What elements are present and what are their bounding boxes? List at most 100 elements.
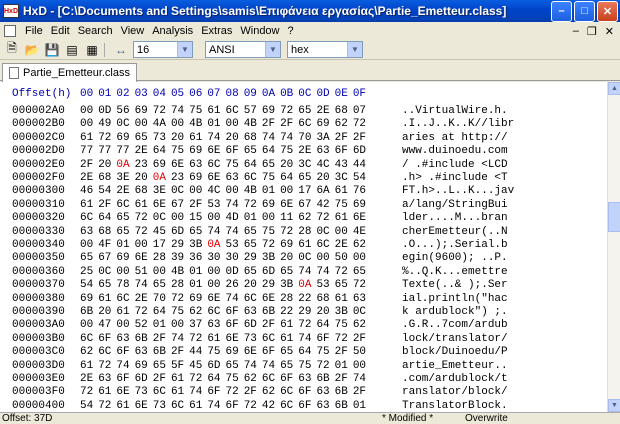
ascii-row[interactable]: .h> .#include <T xyxy=(402,172,508,186)
hex-byte[interactable]: 6C xyxy=(80,333,98,347)
hex-byte[interactable]: 61 xyxy=(280,333,298,347)
ascii-row[interactable]: .O...);.Serial.b xyxy=(402,239,508,253)
hex-byte[interactable]: 47 xyxy=(98,319,116,333)
hex-byte[interactable]: 54 xyxy=(353,172,371,186)
hex-byte[interactable]: 75 xyxy=(335,319,353,333)
ascii-row[interactable]: www.duinoedu.com xyxy=(402,145,508,159)
hex-byte[interactable]: 72 xyxy=(226,386,244,400)
hex-byte[interactable]: 3B xyxy=(280,279,298,293)
hex-byte[interactable]: 63 xyxy=(80,226,98,240)
hex-byte[interactable]: 72 xyxy=(244,199,262,213)
hex-byte[interactable]: 00 xyxy=(207,212,225,226)
hex-byte[interactable]: 0C xyxy=(298,252,316,266)
hex-byte[interactable]: 72 xyxy=(171,293,189,307)
save-icon[interactable]: 💾 xyxy=(44,42,60,58)
hex-byte[interactable]: 61 xyxy=(335,293,353,307)
hex-byte[interactable]: 75 xyxy=(171,145,189,159)
hex-byte[interactable]: 6F xyxy=(116,346,134,360)
hex-byte[interactable]: 6E xyxy=(153,199,171,213)
hex-byte[interactable]: 07 xyxy=(353,105,371,119)
hex-byte[interactable]: 64 xyxy=(153,145,171,159)
hex-byte[interactable]: 74 xyxy=(298,266,316,280)
hex-byte[interactable]: 4B xyxy=(189,118,207,132)
hex-byte[interactable]: 2F xyxy=(98,199,116,213)
hex-byte[interactable]: 64 xyxy=(153,306,171,320)
hex-byte[interactable]: 01 xyxy=(353,400,371,412)
hex-byte[interactable]: 6B xyxy=(153,346,171,360)
hex-byte[interactable]: 6D xyxy=(207,360,225,374)
hex-byte[interactable]: 73 xyxy=(244,333,262,347)
hex-byte[interactable]: 6F xyxy=(298,400,316,412)
hex-byte[interactable]: 01 xyxy=(244,212,262,226)
hex-byte[interactable]: 2F xyxy=(80,159,98,173)
hex-byte[interactable]: 74 xyxy=(280,132,298,146)
hex-byte[interactable]: 00 xyxy=(135,118,153,132)
hex-byte[interactable]: 64 xyxy=(244,159,262,173)
hex-byte[interactable]: 0C xyxy=(98,266,116,280)
hex-byte[interactable]: 2F xyxy=(353,386,371,400)
hex-row[interactable]: 46 54 2E 68 3E 0C 00 4C 00 4B 01 00 17 6A 61 76 xyxy=(80,185,371,199)
hex-byte[interactable]: 6E xyxy=(135,400,153,412)
hex-byte[interactable]: 3B xyxy=(189,239,207,253)
hex-row[interactable]: 61 2F 6C 61 6E 67 2F 53 74 72 69 6E 67 42 75 69 xyxy=(80,199,371,213)
hex-byte[interactable]: 00 xyxy=(262,212,280,226)
hex-byte[interactable]: 64 xyxy=(207,373,225,387)
hex-byte[interactable]: 72 xyxy=(335,333,353,347)
hex-byte[interactable]: 20 xyxy=(280,159,298,173)
hex-byte[interactable]: 6B xyxy=(80,306,98,320)
hex-byte[interactable]: 77 xyxy=(116,145,134,159)
hex-byte[interactable]: 72 xyxy=(135,212,153,226)
hex-byte[interactable]: 0C xyxy=(353,306,371,320)
hex-byte[interactable]: 69 xyxy=(189,145,207,159)
hex-byte[interactable]: 74 xyxy=(171,333,189,347)
hex-byte[interactable]: 2E xyxy=(80,373,98,387)
hex-byte[interactable]: 28 xyxy=(298,226,316,240)
hex-byte[interactable]: 62 xyxy=(262,386,280,400)
hex-byte[interactable]: 6C xyxy=(226,105,244,119)
hex-byte[interactable]: 01 xyxy=(262,185,280,199)
hex-byte[interactable]: 65 xyxy=(280,360,298,374)
hex-byte[interactable]: 62 xyxy=(244,373,262,387)
hex-byte[interactable]: 52 xyxy=(135,319,153,333)
hex-byte[interactable]: 72 xyxy=(316,212,334,226)
hex-byte[interactable]: 0A xyxy=(298,279,316,293)
hex-byte[interactable]: 4B xyxy=(244,185,262,199)
hex-byte[interactable]: 51 xyxy=(135,266,153,280)
hex-byte[interactable]: 65 xyxy=(280,346,298,360)
hex-byte[interactable]: 28 xyxy=(280,293,298,307)
hex-byte[interactable]: 69 xyxy=(226,346,244,360)
hex-byte[interactable]: 6E xyxy=(262,293,280,307)
hex-byte[interactable]: 74 xyxy=(226,199,244,213)
hex-byte[interactable]: 62 xyxy=(353,239,371,253)
hex-byte[interactable]: 69 xyxy=(262,105,280,119)
hex-byte[interactable]: 6C xyxy=(316,239,334,253)
hex-byte[interactable]: 69 xyxy=(262,199,280,213)
hex-byte[interactable]: 72 xyxy=(153,105,171,119)
hex-byte[interactable]: 62 xyxy=(189,306,207,320)
hex-byte[interactable]: 28 xyxy=(171,279,189,293)
child-close-button[interactable]: ✕ xyxy=(605,25,614,38)
scroll-up-icon[interactable]: ▲ xyxy=(608,82,620,95)
hex-byte[interactable]: 74 xyxy=(226,226,244,240)
charset-select[interactable]: ANSI ▼ xyxy=(205,41,281,58)
hex-byte[interactable]: 65 xyxy=(353,266,371,280)
hex-byte[interactable]: 72 xyxy=(98,132,116,146)
hex-byte[interactable]: 43 xyxy=(335,159,353,173)
hex-byte[interactable]: 0A xyxy=(153,172,171,186)
hex-byte[interactable]: 28 xyxy=(153,252,171,266)
hex-byte[interactable]: 23 xyxy=(171,172,189,186)
hex-byte[interactable]: 2F xyxy=(244,386,262,400)
hex-byte[interactable]: 20 xyxy=(98,159,116,173)
hex-byte[interactable]: 61 xyxy=(116,400,134,412)
hex-byte[interactable]: 63 xyxy=(298,373,316,387)
hex-byte[interactable]: 0C xyxy=(171,185,189,199)
hex-byte[interactable]: 75 xyxy=(262,226,280,240)
hex-byte[interactable]: 3A xyxy=(316,132,334,146)
hex-byte[interactable]: 6F xyxy=(226,319,244,333)
hex-byte[interactable]: 61 xyxy=(98,386,116,400)
hex-byte[interactable]: 2E xyxy=(80,172,98,186)
hex-byte[interactable]: 61 xyxy=(189,400,207,412)
hex-byte[interactable]: 65 xyxy=(98,279,116,293)
hex-byte[interactable]: 65 xyxy=(80,252,98,266)
hex-byte[interactable]: 61 xyxy=(189,132,207,146)
